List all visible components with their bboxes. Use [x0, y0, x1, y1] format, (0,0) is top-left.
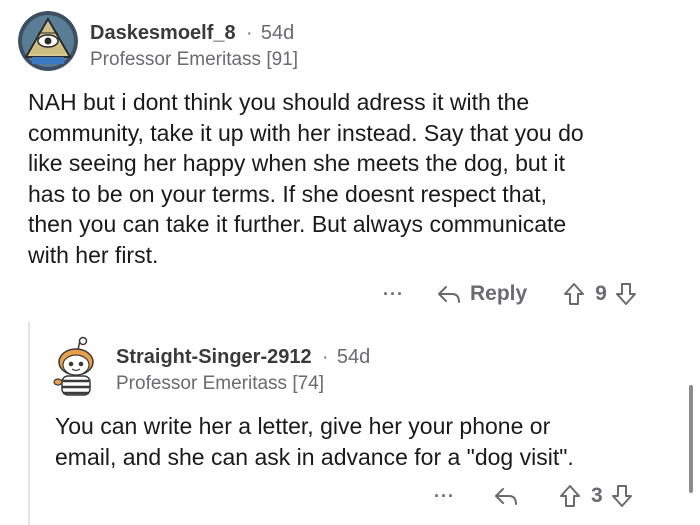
comment-body-line: NAH but i dont think you should adress i… — [28, 89, 530, 115]
comment-body: You can write her a letter, give her you… — [55, 411, 685, 472]
username-link[interactable]: Daskesmoelf_8 — [90, 22, 236, 44]
user-flair: Professor Emeritass [74] — [116, 373, 325, 394]
upvote-arrow-icon[interactable] — [563, 282, 585, 306]
more-options-button[interactable]: ··· — [383, 284, 404, 305]
vote-score: 9 — [595, 282, 607, 305]
comment-body-line: like seeing her happy when she meets the… — [28, 150, 566, 176]
user-avatar[interactable] — [18, 11, 78, 71]
user-flair: Professor Emeritass [91] — [90, 49, 299, 70]
reply-arrow-icon — [437, 286, 460, 303]
comment-body-line: with her first. — [28, 241, 159, 268]
illuminati-eye-avatar-icon — [18, 11, 78, 71]
comment-age[interactable]: 54d — [261, 22, 294, 44]
scrollbar[interactable] — [689, 385, 693, 493]
user-avatar[interactable] — [50, 336, 102, 398]
comment-body-line: then you can take it further. But always… — [28, 211, 567, 237]
comment-meta: Straight-Singer-2912 · 54d — [116, 346, 370, 369]
comment-age[interactable]: 54d — [337, 346, 370, 368]
username-link[interactable]: Straight-Singer-2912 — [116, 346, 312, 368]
comment-actions: ··· 3 — [434, 482, 633, 510]
vote-score: 3 — [590, 484, 603, 507]
comment-body: NAH but i dont think you should adress i… — [28, 87, 688, 270]
comment-meta: Daskesmoelf_8 · 54d — [90, 22, 294, 45]
reply-label: Reply — [469, 282, 528, 305]
comment-body-line: has to be on your terms. If she doesnt r… — [28, 180, 548, 207]
comment-actions: ··· Reply 9 — [383, 280, 637, 308]
reply-button[interactable]: Reply — [436, 282, 527, 306]
upvote-arrow-icon[interactable] — [559, 484, 581, 508]
comment-body-line: You can write her a letter, give her you… — [55, 413, 551, 439]
thread-line[interactable] — [28, 322, 30, 525]
meta-separator: · — [246, 23, 253, 44]
reply-arrow-icon[interactable] — [493, 485, 519, 507]
downvote-arrow-icon[interactable] — [611, 484, 633, 508]
comment-body-line: community, take it up with her instead. … — [28, 119, 584, 146]
downvote-arrow-icon[interactable] — [615, 282, 637, 306]
more-options-button[interactable]: ··· — [434, 486, 455, 507]
comment-body-line: email, and she can ask in advance for a … — [55, 443, 574, 470]
meta-separator: · — [322, 347, 329, 368]
snoo-avatar-icon — [53, 336, 94, 396]
